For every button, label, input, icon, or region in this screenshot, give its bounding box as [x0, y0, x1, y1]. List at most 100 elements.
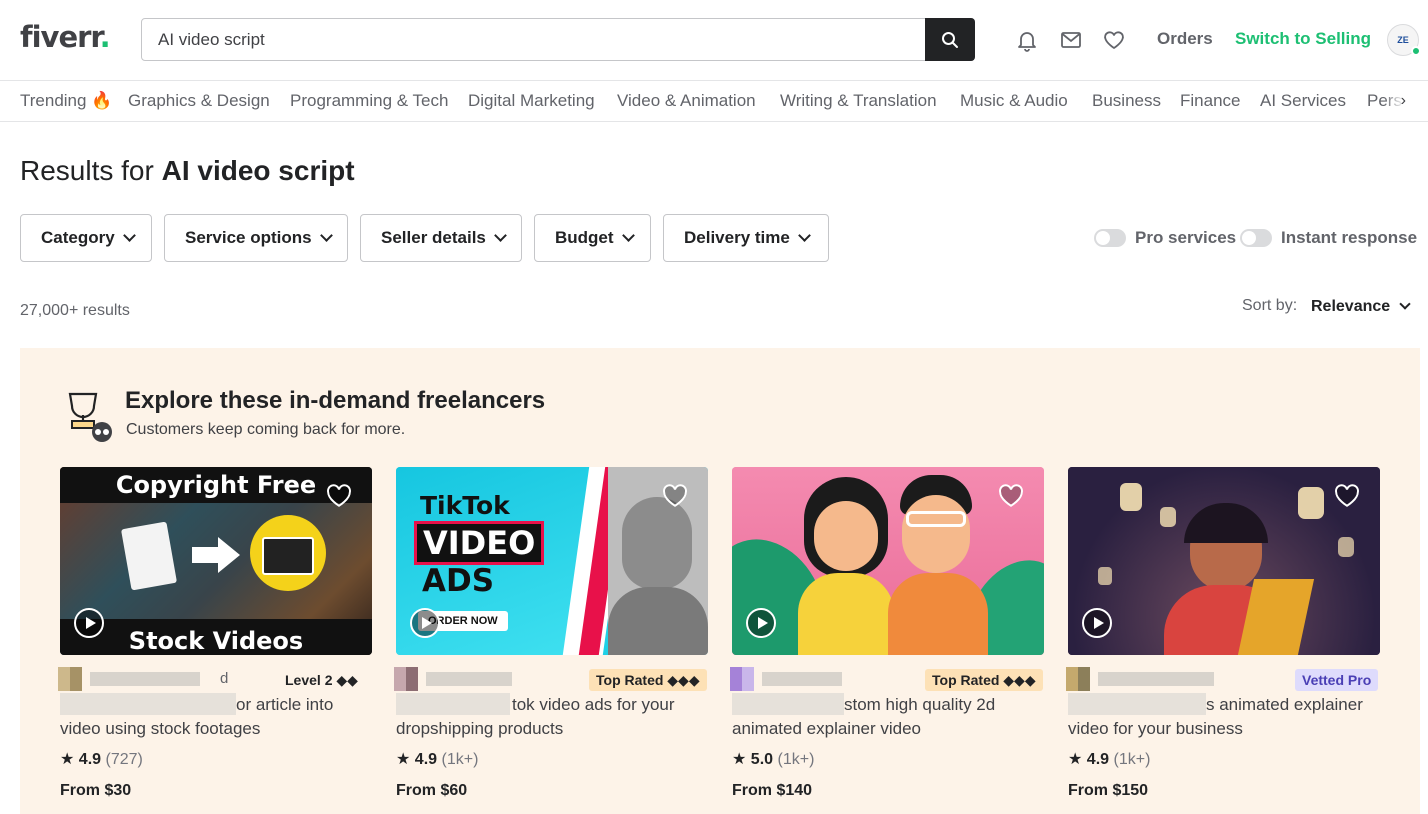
heart-icon[interactable]: [1102, 28, 1126, 52]
pro-services-toggle[interactable]: [1094, 229, 1126, 247]
seller-level-badge: Level 2 ◆◆: [285, 672, 358, 688]
top-header: fiverr. Orders Switch to Selling ZE: [0, 0, 1428, 81]
thumb-text-ads: ADS: [422, 563, 495, 599]
gig-title-line2[interactable]: animated explainer video: [732, 717, 921, 741]
gig-title-line2[interactable]: video using stock footages: [60, 717, 260, 741]
category-music-audio[interactable]: Music & Audio: [960, 91, 1068, 111]
play-icon[interactable]: [1082, 608, 1112, 638]
category-scroll-right-button[interactable]: ›: [1384, 81, 1428, 121]
seller-avatar[interactable]: [1066, 667, 1090, 691]
gig-price: From $140: [732, 782, 813, 799]
gig-price: From $60: [396, 782, 468, 799]
chevron-down-icon: [319, 229, 333, 242]
seller-avatar[interactable]: [730, 667, 754, 691]
heart-icon[interactable]: [662, 484, 688, 508]
search-input[interactable]: [142, 19, 926, 60]
filter-budget[interactable]: Budget: [534, 214, 651, 262]
gig-thumbnail[interactable]: TikTok VIDEO ADS ORDER NOW: [396, 467, 708, 655]
category-video-animation[interactable]: Video & Animation: [617, 91, 756, 111]
heart-icon[interactable]: [326, 484, 352, 508]
gig-thumbnail[interactable]: [1068, 467, 1380, 655]
search-button[interactable]: [925, 18, 975, 61]
gig-rating: ★ 5.0 (1k+): [732, 749, 814, 769]
gig-title-line2[interactable]: video for your business: [1068, 717, 1243, 741]
category-ai-services[interactable]: AI Services: [1260, 91, 1346, 111]
instant-response-toggle[interactable]: [1240, 229, 1272, 247]
switch-to-selling-link[interactable]: Switch to Selling: [1235, 29, 1371, 49]
vetted-pro-badge: Vetted Pro: [1295, 669, 1379, 691]
bell-icon[interactable]: [1015, 28, 1039, 52]
rating-value: 5.0: [750, 751, 774, 768]
chevron-down-icon: [122, 229, 136, 242]
gig-title-line1[interactable]: s animated explainer: [1206, 693, 1363, 717]
filter-label: Delivery time: [684, 228, 790, 247]
mail-icon[interactable]: [1059, 28, 1083, 52]
review-count: (1k+): [441, 751, 479, 768]
gig-rating: ★ 4.9 (1k+): [1068, 749, 1150, 769]
category-digital-marketing[interactable]: Digital Marketing: [468, 91, 595, 111]
play-icon[interactable]: [746, 608, 776, 638]
search-bar: [141, 18, 975, 61]
category-nav: Trending 🔥 Graphics & Design Programming…: [0, 81, 1428, 122]
gig-rating: ★ 4.9 (1k+): [396, 749, 478, 769]
filter-seller-details[interactable]: Seller details: [360, 214, 522, 262]
gig-title-masked: [732, 693, 844, 715]
category-programming-tech[interactable]: Programming & Tech: [290, 91, 448, 111]
gig-thumbnail[interactable]: Copyright Free Stock Videos: [60, 467, 372, 655]
filter-category[interactable]: Category: [20, 214, 152, 262]
heart-icon[interactable]: [998, 484, 1024, 508]
results-prefix: Results for: [20, 155, 162, 186]
top-rated-badge: Top Rated ◆◆◆: [589, 669, 707, 691]
results-count: 27,000+ results: [20, 302, 130, 319]
filter-delivery-time[interactable]: Delivery time: [663, 214, 829, 262]
play-icon[interactable]: [410, 608, 440, 638]
rating-value: 4.9: [78, 751, 102, 768]
thumb-text-bottom: Stock Videos: [128, 627, 304, 655]
gig-price: From $150: [1068, 782, 1149, 799]
fiverr-logo[interactable]: fiverr.: [20, 20, 111, 54]
thumb-text-tiktok: TikTok: [420, 491, 510, 520]
category-writing-translation[interactable]: Writing & Translation: [780, 91, 937, 111]
chevron-down-icon[interactable]: [1399, 298, 1411, 310]
logo-text: fiverr: [20, 20, 101, 54]
gig-title-masked: [1068, 693, 1206, 715]
star-icon: ★: [396, 751, 415, 768]
chevron-down-icon: [797, 229, 811, 242]
top-rated-badge: Top Rated ◆◆◆: [925, 669, 1043, 691]
page-title: Results for AI video script: [20, 155, 355, 187]
gig-title-masked: [60, 693, 236, 715]
gig-title-line1[interactable]: stom high quality 2d: [844, 693, 995, 717]
filter-label: Budget: [555, 228, 614, 247]
filter-label: Service options: [185, 228, 312, 247]
gig-thumbnail[interactable]: [732, 467, 1044, 655]
star-icon: ★: [1068, 751, 1087, 768]
promo-title: Explore these in-demand freelancers: [125, 387, 546, 414]
filter-label: Seller details: [381, 228, 486, 247]
rating-value: 4.9: [414, 751, 438, 768]
search-icon: [942, 31, 958, 48]
category-graphics-design[interactable]: Graphics & Design: [128, 91, 270, 111]
seller-avatar[interactable]: [58, 667, 82, 691]
rating-value: 4.9: [1086, 751, 1110, 768]
category-business[interactable]: Business: [1092, 91, 1161, 111]
arrow-right-icon: [192, 537, 240, 573]
play-icon[interactable]: [74, 608, 104, 638]
filter-service-options[interactable]: Service options: [164, 214, 348, 262]
promo-subtitle: Customers keep coming back for more.: [126, 421, 406, 438]
category-trending[interactable]: Trending 🔥: [20, 91, 112, 111]
instant-response-label: Instant response: [1281, 228, 1418, 247]
star-icon: ★: [60, 751, 79, 768]
heart-icon[interactable]: [1334, 484, 1360, 508]
chevron-down-icon: [621, 229, 635, 242]
category-finance[interactable]: Finance: [1180, 91, 1240, 111]
gig-title-line2[interactable]: dropshipping products: [396, 717, 563, 741]
sort-dropdown[interactable]: Relevance: [1311, 298, 1390, 316]
pro-services-label: Pro services: [1135, 228, 1237, 247]
review-count: (1k+): [1113, 751, 1151, 768]
orders-link[interactable]: Orders: [1157, 29, 1213, 49]
seller-avatar[interactable]: [394, 667, 418, 691]
gig-title-line1[interactable]: or article into: [236, 693, 333, 717]
review-count: (727): [105, 751, 143, 768]
trophy-icon: [68, 392, 112, 442]
gig-title-line1[interactable]: tok video ads for your: [512, 693, 675, 717]
